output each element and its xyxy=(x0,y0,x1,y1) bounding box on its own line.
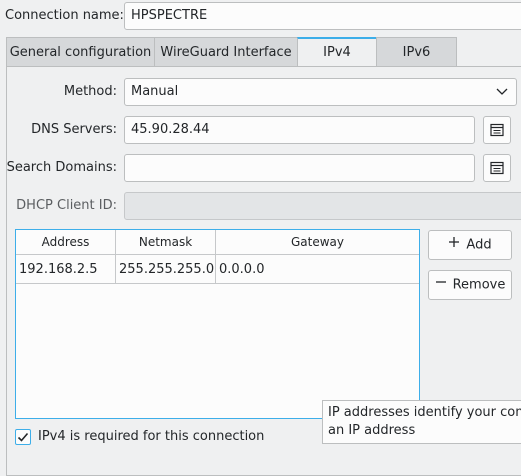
dns-edit-list-button[interactable] xyxy=(483,116,511,144)
dns-servers-input[interactable]: 45.90.28.44 xyxy=(124,116,475,144)
table-cell-netmask[interactable]: 255.255.255.0 xyxy=(116,255,216,284)
dhcp-client-id-input[interactable] xyxy=(124,192,521,220)
list-edit-icon xyxy=(490,161,504,179)
ip-addresses-tooltip: IP addresses identify your comp an IP ad… xyxy=(322,400,521,444)
column-header-address[interactable]: Address xyxy=(16,230,116,255)
remove-button[interactable]: Remove xyxy=(428,270,512,300)
dhcp-client-id-label: DHCP Client ID: xyxy=(16,198,117,213)
search-domains-input[interactable] xyxy=(124,154,475,182)
connection-name-input[interactable]: HPSPECTRE xyxy=(124,2,521,30)
column-header-netmask[interactable]: Netmask xyxy=(116,230,216,255)
method-select[interactable]: Manual xyxy=(124,78,517,106)
addresses-table[interactable]: Address Netmask Gateway 192.168.2.5 255.… xyxy=(15,229,420,419)
method-value: Manual xyxy=(131,84,179,99)
ipv4-required-checkbox[interactable] xyxy=(15,429,31,445)
table-cell-gateway[interactable]: 0.0.0.0 xyxy=(216,255,419,284)
search-domains-label: Search Domains: xyxy=(6,160,117,175)
list-edit-icon xyxy=(490,123,504,141)
table-cell-address[interactable]: 192.168.2.5 xyxy=(16,255,116,284)
plus-icon xyxy=(448,231,460,259)
tab-ipv4[interactable]: IPv4 xyxy=(297,37,377,68)
tooltip-line-1: IP addresses identify your comp xyxy=(328,405,521,420)
search-domains-edit-list-button[interactable] xyxy=(483,154,511,182)
minus-icon xyxy=(435,271,447,299)
ipv4-required-label[interactable]: IPv4 is required for this connection xyxy=(38,429,264,444)
tooltip-line-2: an IP address xyxy=(328,423,416,438)
add-button-label: Add xyxy=(466,237,492,253)
tab-wireguard-interface[interactable]: WireGuard Interface xyxy=(154,37,298,67)
remove-button-label: Remove xyxy=(452,277,506,293)
method-label: Method: xyxy=(63,84,117,99)
tab-ipv6[interactable]: IPv6 xyxy=(376,37,457,67)
column-header-gateway[interactable]: Gateway xyxy=(216,230,419,255)
chevron-down-icon xyxy=(496,79,508,105)
add-button[interactable]: Add xyxy=(428,230,512,260)
tab-general-configuration[interactable]: General configuration xyxy=(6,37,155,67)
connection-name-label: Connection name: xyxy=(5,8,124,23)
checkmark-icon xyxy=(17,431,29,447)
dns-servers-label: DNS Servers: xyxy=(31,122,117,137)
